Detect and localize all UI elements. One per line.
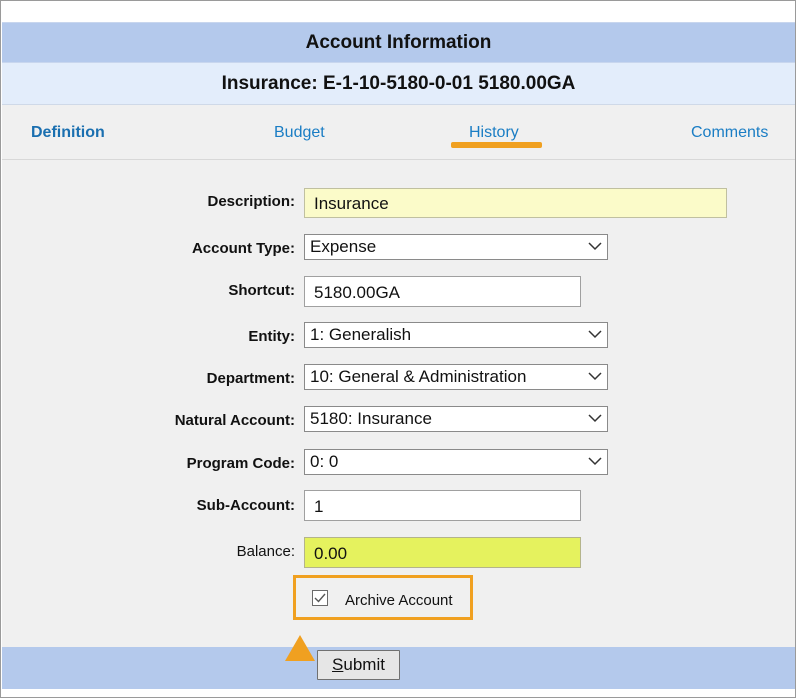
description-label: Description: [207, 193, 295, 210]
history-highlight-underline [451, 142, 542, 148]
account-type-select[interactable]: Expense [304, 234, 608, 260]
entity-label: Entity: [248, 328, 295, 345]
archive-account-label: Archive Account [345, 592, 453, 609]
tab-bar: Definition Budget History Comments [2, 105, 795, 160]
department-value: 10: General & Administration [310, 367, 527, 386]
submit-button[interactable]: Submit [317, 650, 400, 680]
tab-history[interactable]: History [469, 124, 519, 142]
account-information-window: Account Information Insurance: E-1-10-51… [0, 0, 796, 698]
checkmark-icon [314, 593, 326, 603]
page-title: Account Information [2, 22, 795, 63]
department-label: Department: [206, 370, 295, 387]
natural-account-value: 5180: Insurance [310, 409, 432, 428]
account-subtitle: Insurance: E-1-10-5180-0-01 5180.00GA [2, 63, 795, 105]
program-code-select[interactable]: 0: 0 [304, 449, 608, 475]
chevron-down-icon [588, 242, 602, 251]
chevron-down-icon [588, 457, 602, 466]
natural-account-label: Natural Account: [174, 412, 295, 429]
description-field[interactable]: Insurance [304, 188, 727, 218]
natural-account-select[interactable]: 5180: Insurance [304, 406, 608, 432]
submit-accesskey: S [332, 655, 344, 674]
balance-field: 0.00 [304, 537, 581, 568]
chevron-down-icon [588, 414, 602, 423]
shortcut-label: Shortcut: [228, 282, 295, 299]
tab-comments[interactable]: Comments [691, 124, 768, 142]
tab-budget[interactable]: Budget [274, 124, 325, 142]
archive-account-highlight: Archive Account [293, 575, 473, 620]
account-type-label: Account Type: [191, 240, 295, 257]
archive-account-checkbox[interactable] [312, 590, 328, 606]
program-code-label: Program Code: [186, 455, 295, 472]
sub-account-field[interactable]: 1 [304, 490, 581, 521]
orange-arrow-icon [285, 635, 315, 661]
balance-label: Balance: [236, 543, 295, 560]
entity-value: 1: Generalish [310, 325, 412, 344]
shortcut-field[interactable]: 5180.00GA [304, 276, 581, 307]
department-select[interactable]: 10: General & Administration [304, 364, 608, 390]
chevron-down-icon [588, 372, 602, 381]
sub-account-label: Sub-Account: [196, 497, 295, 514]
account-type-value: Expense [310, 237, 377, 256]
chevron-down-icon [588, 330, 602, 339]
entity-select[interactable]: 1: Generalish [304, 322, 608, 348]
tab-definition[interactable]: Definition [31, 124, 105, 142]
program-code-value: 0: 0 [310, 452, 339, 471]
submit-label: ubmit [343, 655, 385, 674]
